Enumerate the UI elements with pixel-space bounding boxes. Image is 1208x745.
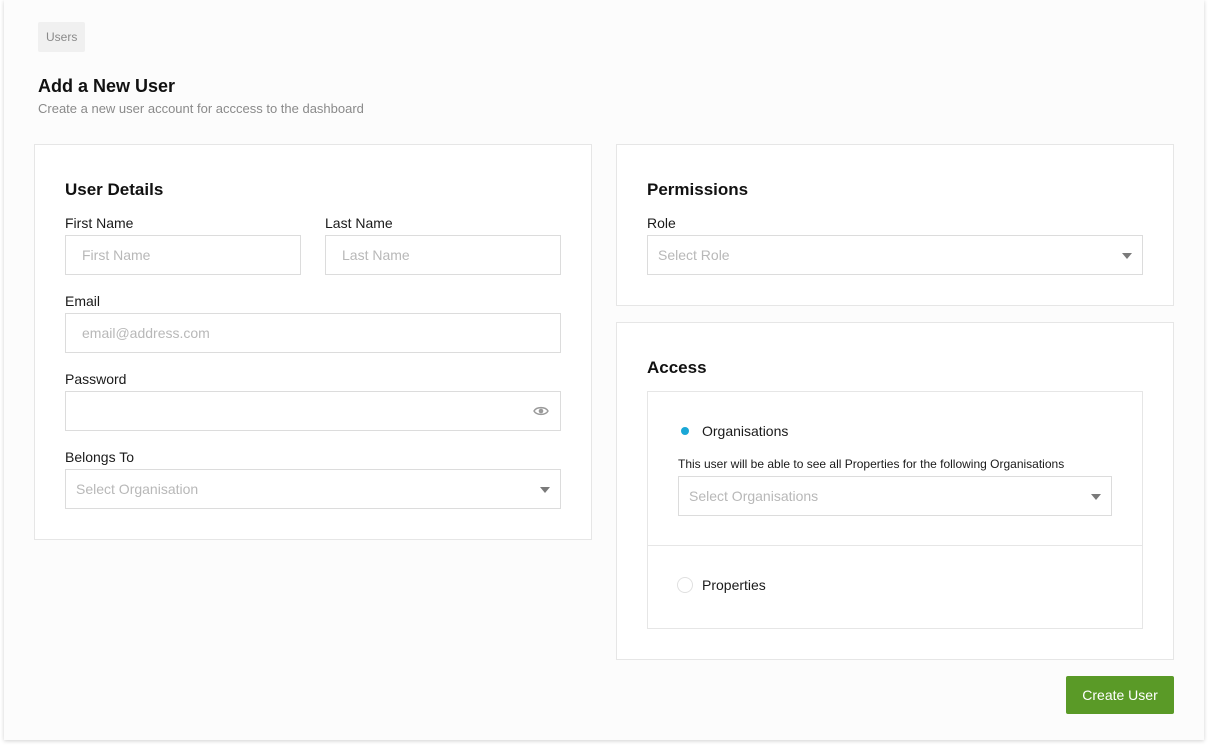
page-subtitle: Create a new user account for acccess to… [38,101,364,116]
chevron-down-icon [1122,253,1132,259]
access-divider [648,545,1142,546]
properties-radio[interactable] [677,577,693,593]
first-name-label: First Name [65,215,134,231]
organisations-select-value: Select Organisations [689,488,819,504]
properties-radio-label[interactable]: Properties [702,577,766,593]
password-input[interactable] [65,391,561,431]
permissions-title: Permissions [647,180,749,199]
organisations-select[interactable]: Select Organisations [678,476,1112,516]
last-name-label: Last Name [325,215,393,231]
password-label: Password [65,371,127,387]
access-title: Access [647,358,707,377]
organisations-radio[interactable] [677,423,693,439]
access-card: Access Organisations This user will be a… [616,322,1174,660]
chevron-down-icon [1091,494,1101,500]
eye-icon[interactable] [533,404,549,418]
last-name-input[interactable] [325,235,561,275]
role-label: Role [647,215,676,231]
role-select[interactable]: Select Role [647,235,1143,275]
organisations-radio-label[interactable]: Organisations [702,423,788,439]
create-user-button[interactable]: Create User [1066,676,1174,714]
email-input[interactable] [65,313,561,353]
user-details-title: User Details [65,180,164,199]
belongs-to-select[interactable]: Select Organisation [65,469,561,509]
organisations-helper-text: This user will be able to see all Proper… [678,457,1065,471]
belongs-to-select-value: Select Organisation [76,481,199,497]
user-details-card: User Details First Name Last Name Email … [34,144,592,540]
permissions-card: Permissions Role Select Role [616,144,1174,306]
role-select-value: Select Role [658,247,730,263]
belongs-to-label: Belongs To [65,449,135,465]
page-title: Add a New User [38,76,176,96]
password-field-wrapper [65,391,561,431]
email-label: Email [65,293,101,309]
breadcrumb-users[interactable]: Users [38,22,86,52]
first-name-input[interactable] [65,235,301,275]
access-options-box: Organisations This user will be able to … [647,391,1143,629]
page-frame: Users Add a New User Create a new user a… [4,0,1204,740]
chevron-down-icon [540,487,550,493]
